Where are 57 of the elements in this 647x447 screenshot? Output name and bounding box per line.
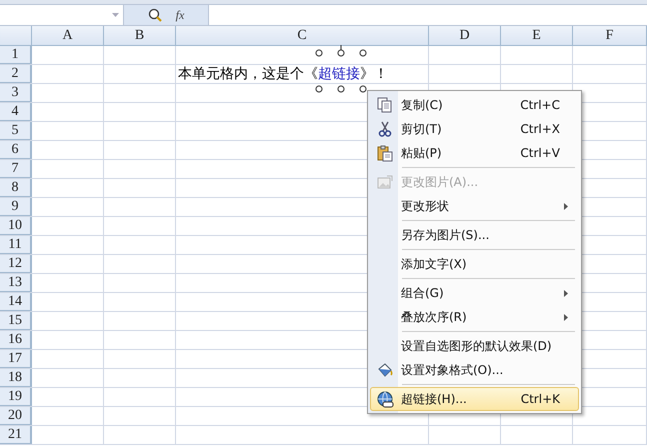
cell-text: 》！ — [360, 65, 388, 83]
row-header[interactable]: 19 — [0, 388, 32, 406]
row-header[interactable]: 21 — [0, 426, 32, 444]
copy-icon — [377, 97, 393, 113]
scissors-icon — [378, 121, 392, 137]
menu-item[interactable]: 叠放次序(R) — [370, 305, 579, 329]
shortcut-text: Ctrl+C — [520, 98, 561, 112]
row-header[interactable]: 20 — [0, 407, 32, 425]
submenu-arrow-icon — [564, 314, 568, 320]
row-header[interactable]: 10 — [0, 217, 32, 235]
paste-icon — [377, 144, 393, 162]
row-header[interactable]: 13 — [0, 274, 32, 292]
row-header[interactable]: 1 — [0, 46, 32, 64]
menu-item[interactable]: 超链接(H)... Ctrl+K — [370, 387, 579, 411]
search-icon[interactable] — [148, 8, 162, 22]
caret-icon — [112, 13, 119, 17]
menu-item[interactable]: 另存为图片(S)... — [370, 223, 579, 247]
function-button[interactable]: fx — [176, 8, 184, 22]
row-header[interactable]: 4 — [0, 103, 32, 121]
column-header[interactable]: D — [429, 26, 501, 45]
row-header[interactable]: 12 — [0, 255, 32, 273]
row-header[interactable]: 6 — [0, 141, 32, 159]
column-header[interactable]: B — [104, 26, 176, 45]
menu-item[interactable]: 设置自选图形的默认效果(D) — [370, 334, 579, 358]
menu-item[interactable]: 粘贴(P) Ctrl+V — [370, 141, 579, 165]
menu-item[interactable]: 更改形状 — [370, 194, 579, 218]
row-header[interactable]: 14 — [0, 293, 32, 311]
menu-item[interactable]: 组合(G) — [370, 281, 579, 305]
row-header[interactable]: 18 — [0, 369, 32, 387]
globe-link-icon — [376, 390, 394, 408]
row-header[interactable]: 17 — [0, 350, 32, 368]
paint-bucket-icon — [377, 362, 393, 378]
column-header[interactable]: E — [501, 26, 573, 45]
shortcut-text: Ctrl+V — [520, 146, 561, 160]
row-header[interactable]: 11 — [0, 236, 32, 254]
submenu-arrow-icon — [564, 202, 568, 210]
picture-icon — [377, 174, 393, 190]
shortcut-text: Ctrl+X — [520, 122, 561, 136]
row-header[interactable]: 2 — [0, 65, 32, 83]
row-header[interactable]: 8 — [0, 179, 32, 197]
shortcut-text: Ctrl+K — [520, 392, 561, 406]
column-header[interactable]: F — [573, 26, 647, 45]
row-header[interactable]: 16 — [0, 331, 32, 349]
row-header[interactable]: 5 — [0, 122, 32, 140]
cell-text: 本单元格内，这是个《 — [178, 65, 318, 83]
row-header[interactable]: 9 — [0, 198, 32, 216]
row-header[interactable]: 15 — [0, 312, 32, 330]
column-header[interactable]: A — [32, 26, 104, 45]
menu-item[interactable]: 添加文字(X) — [370, 252, 579, 276]
submenu-arrow-icon — [564, 290, 568, 296]
menu-item[interactable]: 剪切(T) Ctrl+X — [370, 117, 579, 141]
row-header[interactable]: 3 — [0, 84, 32, 102]
row-header[interactable]: 7 — [0, 160, 32, 178]
menu-item[interactable]: 设置对象格式(O)... — [370, 358, 579, 382]
hyperlink-text[interactable]: 超链接 — [318, 66, 360, 82]
menu-item[interactable]: 复制(C) Ctrl+C — [370, 93, 579, 117]
column-header[interactable]: C — [176, 26, 429, 45]
